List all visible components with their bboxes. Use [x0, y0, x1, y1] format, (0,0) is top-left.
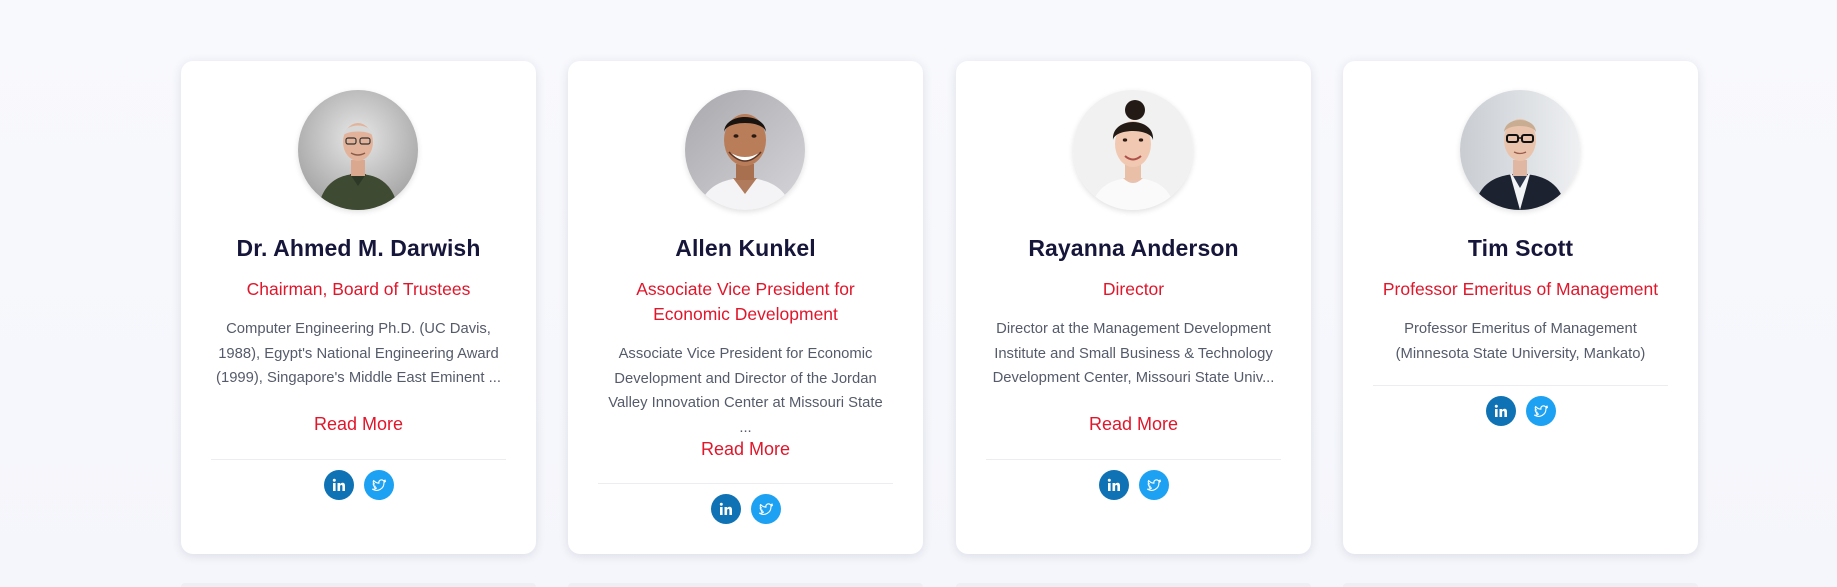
next-row-card-edge: [956, 583, 1311, 587]
member-bio: Computer Engineering Ph.D. (UC Davis, 19…: [216, 321, 501, 386]
linkedin-button[interactable]: [1485, 396, 1516, 426]
team-section: Dr. Ahmed M. Darwish Chairman, Board of …: [0, 0, 1837, 587]
read-more-link[interactable]: Read More: [568, 439, 923, 460]
member-role: Chairman, Board of Trustees: [246, 279, 471, 299]
linkedin-icon: [332, 478, 345, 491]
member-role: Director: [1102, 279, 1165, 299]
avatar: [1073, 90, 1193, 210]
member-name: Tim Scott: [1467, 235, 1574, 261]
avatar: [1460, 90, 1580, 210]
linkedin-icon: [1107, 478, 1120, 491]
team-card: Tim Scott Professor Emeritus of Manageme…: [1343, 61, 1698, 554]
member-bio: Associate Vice President for Economic De…: [608, 346, 883, 436]
linkedin-button[interactable]: [323, 470, 354, 500]
twitter-icon: [371, 479, 386, 491]
twitter-icon: [1533, 405, 1548, 417]
portrait-smiling-man-icon: [685, 90, 805, 210]
team-card: Rayanna Anderson Director Director at th…: [956, 61, 1311, 554]
divider: [986, 459, 1281, 460]
portrait-older-man-icon: [298, 90, 418, 210]
read-more-link[interactable]: Read More: [181, 414, 536, 435]
portrait-man-glasses-icon: [1460, 90, 1580, 210]
divider: [1373, 385, 1668, 386]
linkedin-button[interactable]: [710, 494, 741, 524]
divider: [211, 459, 506, 460]
twitter-button[interactable]: [1525, 396, 1556, 426]
linkedin-icon: [719, 502, 732, 515]
divider: [598, 483, 893, 484]
next-row-card-edge: [1343, 583, 1698, 587]
social-links: [1343, 396, 1698, 426]
read-more-link[interactable]: Read More: [956, 414, 1311, 435]
member-role: Professor Emeritus of Management: [1382, 279, 1659, 299]
avatar: [685, 90, 805, 210]
twitter-icon: [758, 503, 773, 515]
member-bio: Professor Emeritus of Management (Minnes…: [1395, 321, 1646, 362]
team-card: Dr. Ahmed M. Darwish Chairman, Board of …: [181, 61, 536, 554]
twitter-button[interactable]: [750, 494, 781, 524]
twitter-button[interactable]: [363, 470, 394, 500]
member-role: Associate Vice President for Economic De…: [636, 279, 855, 324]
twitter-button[interactable]: [1138, 470, 1169, 500]
member-name: Dr. Ahmed M. Darwish: [236, 235, 481, 261]
member-name: Rayanna Anderson: [1028, 235, 1239, 261]
social-links: [181, 470, 536, 500]
member-bio: Director at the Management Development I…: [992, 321, 1275, 386]
linkedin-button[interactable]: [1098, 470, 1129, 500]
linkedin-icon: [1494, 404, 1507, 417]
avatar: [298, 90, 418, 210]
team-card: Allen Kunkel Associate Vice President fo…: [568, 61, 923, 554]
next-row-card-edge: [181, 583, 536, 587]
member-name: Allen Kunkel: [675, 235, 816, 261]
portrait-woman-icon: [1073, 90, 1193, 210]
social-links: [568, 494, 923, 524]
twitter-icon: [1146, 479, 1161, 491]
next-row-card-edge: [568, 583, 923, 587]
social-links: [956, 470, 1311, 500]
